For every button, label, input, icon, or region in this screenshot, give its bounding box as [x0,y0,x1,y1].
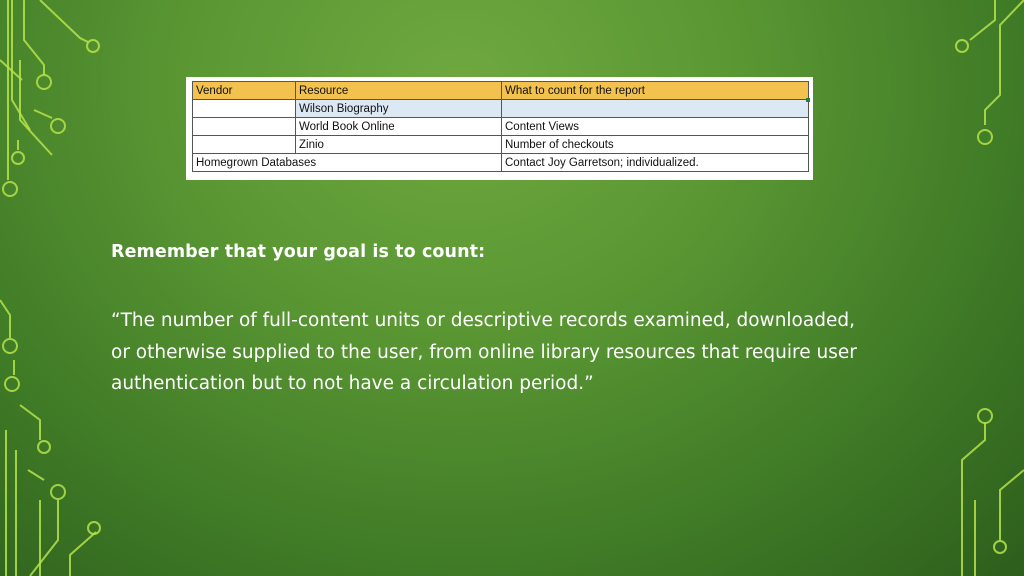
table-row: Homegrown Databases Contact Joy Garretso… [192,153,809,172]
table-row: Zinio Number of checkouts [192,135,809,154]
selection-handle [806,98,810,102]
table-header-cell: What to count for the report [501,81,809,100]
table-cell: Homegrown Databases [192,153,502,172]
table-cell: Content Views [501,117,809,136]
table-cell: Number of checkouts [501,135,809,154]
vendor-table: Vendor Resource What to count for the re… [192,81,809,172]
table-cell: Contact Joy Garretson; individualized. [501,153,809,172]
table-cell: Zinio [295,135,502,154]
table-header-cell: Vendor [192,81,296,100]
table-cell [192,99,296,118]
table-header-row: Vendor Resource What to count for the re… [192,81,809,100]
table-row: World Book Online Content Views [192,117,809,136]
table-cell [192,117,296,136]
slide-heading: Remember that your goal is to count: [111,242,486,262]
table-cell: World Book Online [295,117,502,136]
table-row: Wilson Biography [192,99,809,118]
table-header-cell: Resource [295,81,502,100]
table-cell [501,99,809,118]
table-cell: Wilson Biography [295,99,502,118]
table-cell [192,135,296,154]
definition-quote: “The number of full-content units or des… [111,310,857,394]
vendor-table-image: Vendor Resource What to count for the re… [186,77,813,180]
